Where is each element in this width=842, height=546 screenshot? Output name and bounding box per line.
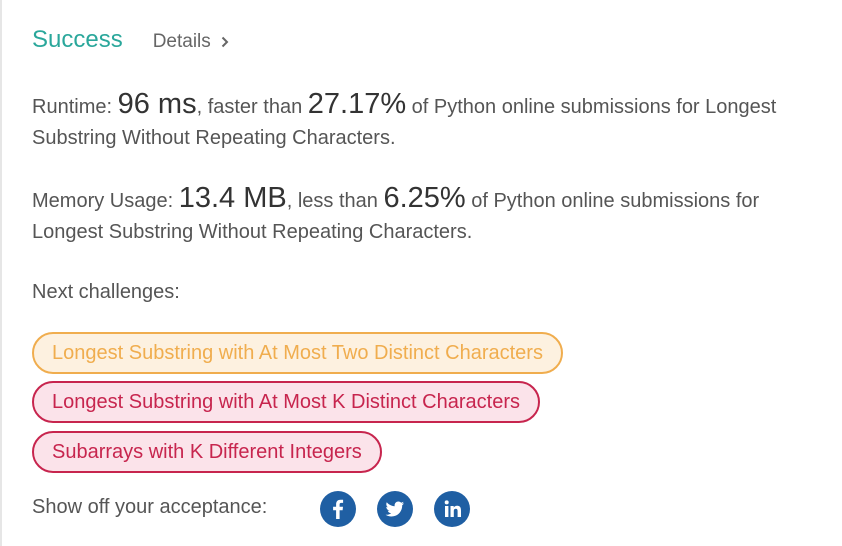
- share-label: Show off your acceptance:: [32, 496, 268, 518]
- memory-value: 13.4 MB: [178, 182, 287, 214]
- runtime-percent: 27.17%: [307, 88, 407, 120]
- facebook-share-button[interactable]: [320, 491, 356, 527]
- challenge-chip[interactable]: Longest Substring with At Most K Distinc…: [32, 381, 540, 423]
- runtime-value: 96 ms: [117, 88, 197, 120]
- submission-status: Success: [32, 26, 123, 53]
- twitter-share-button[interactable]: [377, 491, 413, 527]
- details-label: Details: [152, 31, 211, 52]
- linkedin-share-button[interactable]: [434, 491, 470, 527]
- result-header: Success Details: [32, 26, 229, 54]
- twitter-icon: [385, 501, 404, 517]
- challenge-chip[interactable]: Longest Substring with At Most Two Disti…: [32, 332, 563, 374]
- panel-left-border: [0, 0, 2, 546]
- memory-stat: Memory Usage: 13.4 MB, less than 6.25% o…: [32, 183, 822, 248]
- challenge-chip[interactable]: Subarrays with K Different Integers: [32, 431, 382, 473]
- runtime-comparison: , faster than: [196, 96, 308, 118]
- facebook-icon: [333, 499, 344, 519]
- memory-label: Memory Usage:: [32, 190, 179, 212]
- memory-percent: 6.25%: [383, 182, 466, 214]
- next-challenges-label: Next challenges:: [32, 281, 180, 303]
- chevron-right-icon: [221, 36, 229, 48]
- runtime-label: Runtime:: [32, 96, 118, 118]
- runtime-stat: Runtime: 96 ms, faster than 27.17% of Py…: [32, 89, 822, 154]
- memory-comparison: , less than: [286, 190, 384, 212]
- linkedin-icon: [444, 500, 461, 517]
- details-link[interactable]: Details: [153, 31, 229, 53]
